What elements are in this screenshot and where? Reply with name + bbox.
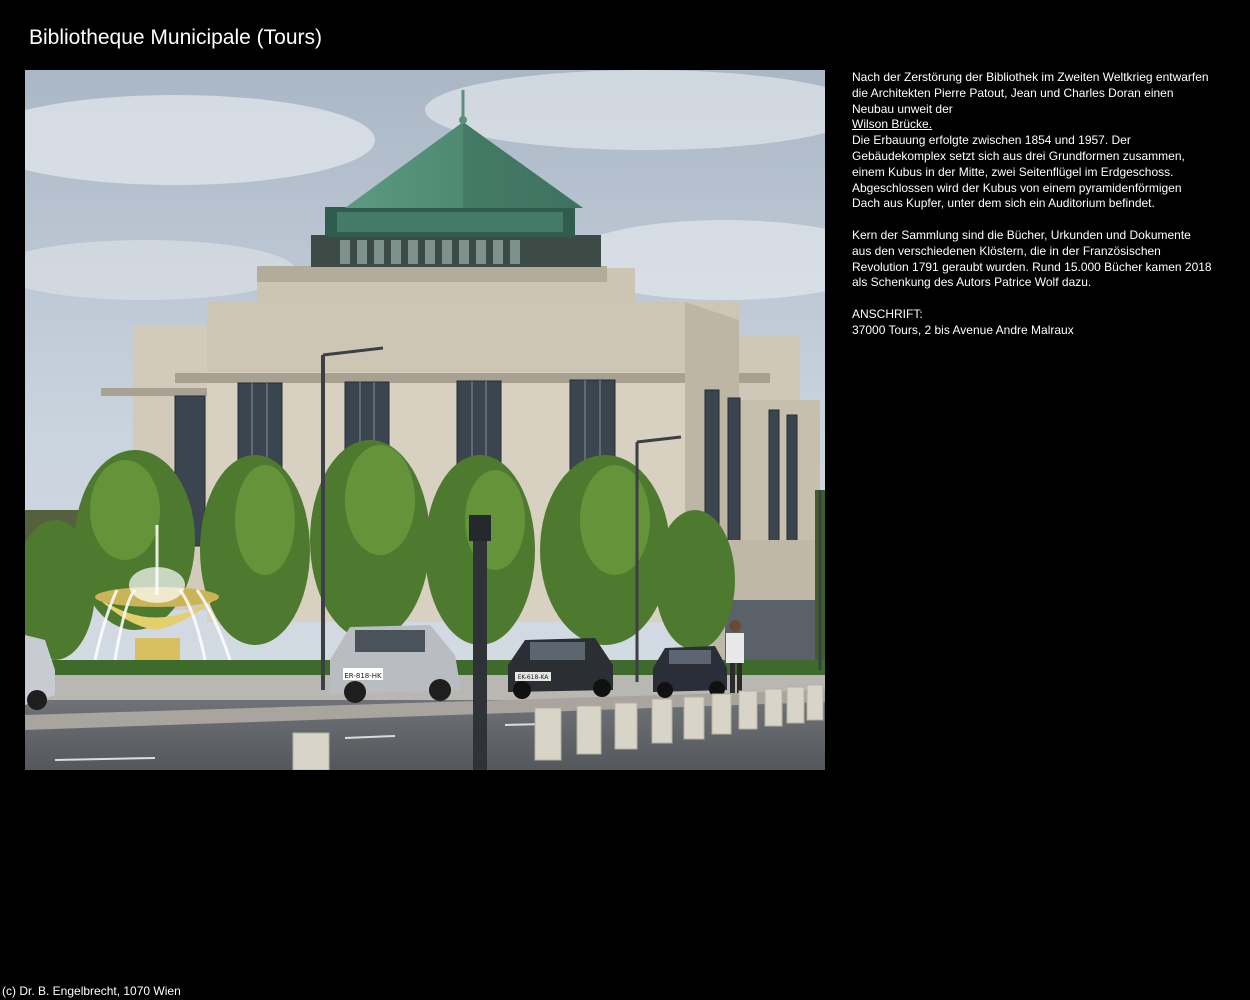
description-intro: Nach der Zerstörung der Bibliothek im Zw…: [852, 70, 1209, 116]
description-panel: Nach der Zerstörung der Bibliothek im Zw…: [852, 70, 1212, 354]
description-paragraph-2: Kern der Sammlung sind die Bücher, Urkun…: [852, 227, 1212, 290]
copyright-footer: (c) Dr. B. Engelbrecht, 1070 Wien: [2, 984, 181, 998]
page-title: Bibliotheque Municipale (Tours): [29, 26, 322, 49]
description-paragraph-1: Nach der Zerstörung der Bibliothek im Zw…: [852, 70, 1212, 212]
address-block: ANSCHRIFT: 37000 Tours, 2 bis Avenue Andr…: [852, 307, 1212, 339]
vw-plate: EK-618-KA: [518, 674, 550, 681]
suv-plate: ER-818-HK: [344, 672, 382, 680]
address-label: ANSCHRIFT:: [852, 306, 923, 321]
address-value: 37000 Tours, 2 bis Avenue Andre Malraux: [852, 322, 1074, 337]
wilson-bridge-link[interactable]: Wilson Brücke.: [852, 117, 932, 131]
building-photo: ER-818-HK EK-618-KA: [25, 70, 825, 770]
description-construction: Die Erbauung erfolgte zwischen 1854 und …: [852, 133, 1185, 211]
page: Bibliotheque Municipale (Tours) ER-818-H…: [0, 0, 1250, 1000]
